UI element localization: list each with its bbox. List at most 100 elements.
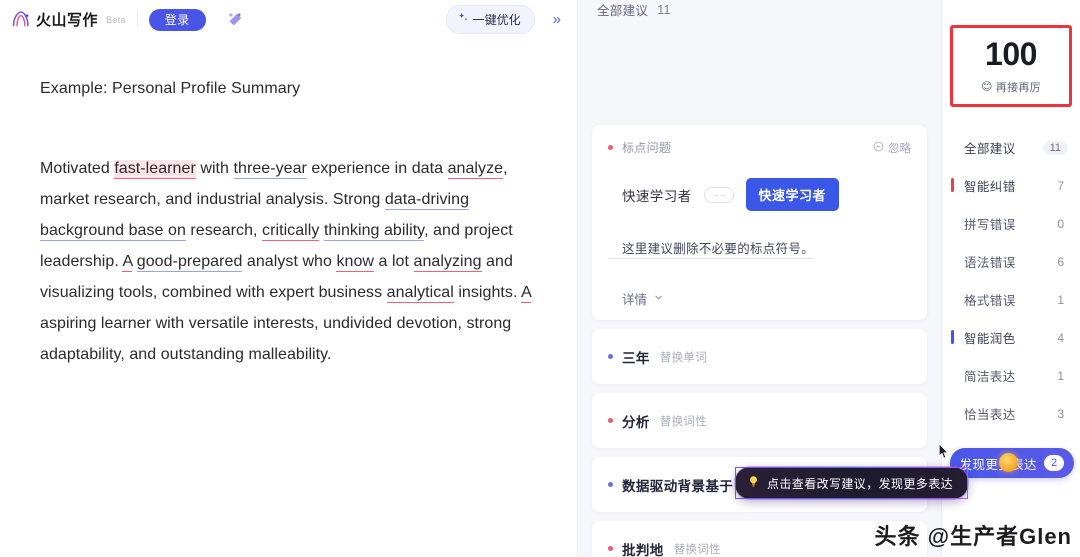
category-item-2[interactable]: 拼写错误 0 <box>942 210 1080 237</box>
category-count: 1 <box>1057 292 1064 307</box>
category-item-6[interactable]: 简洁表达 1 <box>942 362 1080 389</box>
category-label: 语法错误 <box>964 256 1016 270</box>
toolbar-divider <box>136 12 138 27</box>
marked-text-segment[interactable]: A <box>521 284 531 303</box>
score-card: 100 😊 再接再厉 <box>950 25 1072 107</box>
rewrite-hint-tooltip: 点击查看改写建议，发现更多表达 <box>735 467 969 499</box>
marked-text-segment[interactable]: thinking ability <box>323 222 425 241</box>
suggestion-row-word: 三年 <box>622 350 650 366</box>
suggestion-row-word: 数据驱动背景基于 <box>622 478 734 494</box>
suggestion-row-tag: 替换单词 <box>659 351 708 364</box>
one-click-optimize-label: 一键优化 <box>472 13 521 27</box>
volcano-logo-icon <box>10 9 31 30</box>
category-count: 6 <box>1057 254 1064 269</box>
category-label: 简洁表达 <box>964 370 1016 384</box>
severity-dot <box>608 482 613 487</box>
marked-text-segment[interactable]: A <box>122 253 133 272</box>
marked-text-segment[interactable]: analyzing <box>413 253 482 272</box>
suggestions-header-label: 全部建议 <box>597 4 649 18</box>
detail-label: 详情 <box>622 293 648 307</box>
login-button[interactable]: 登录 <box>148 8 206 31</box>
severity-dot <box>608 145 613 150</box>
suggestion-row-word: 分析 <box>622 414 650 430</box>
suggestion-row-tag: 替换词性 <box>659 415 708 428</box>
category-list: 全部建议 11 智能纠错 7 拼写错误 0 语法错误 6 格式错误 1 智能润色 4 简洁表达 1 恰当表达… <box>942 134 1080 438</box>
suggestion-row-tag: 替换词性 <box>673 543 721 556</box>
apply-replacement-chip[interactable]: 快速学习者 <box>745 178 840 211</box>
document-title: Example: Personal Profile Summary <box>40 80 301 97</box>
marked-text-segment[interactable]: good-prepared <box>136 253 243 272</box>
severity-dot <box>608 546 613 551</box>
smiley-icon: 😊 <box>981 81 993 93</box>
category-item-7[interactable]: 恰当表达 3 <box>942 400 1080 427</box>
suggestions-list: 标点问题 忽略 快速学习者 →→ 快速学习者 这里建议删除不必要的标点符号。 详… <box>578 19 969 557</box>
editor-pane: 火山写作 Beta 登录 一键优化 » Example: Personal Pr… <box>0 0 577 557</box>
suggestion-row[interactable]: 三年 替换单词 <box>592 329 927 384</box>
category-label: 全部建议 <box>964 142 1016 156</box>
app-root: 火山写作 Beta 登录 一键优化 » Example: Personal Pr… <box>0 0 1080 557</box>
marked-text-segment[interactable]: three-year <box>233 160 307 179</box>
category-count: 3 <box>1057 406 1064 421</box>
toolbar-right-group: 一键优化 » <box>445 5 565 34</box>
suggestions-pane: 全部建议 11 标点问题 忽略 快速学习者 →→ 快速学习者 这里建议删除不必要… <box>577 0 969 557</box>
category-label: 智能润色 <box>964 332 1016 346</box>
brand: 火山写作 Beta <box>10 9 126 30</box>
category-item-1[interactable]: 智能纠错 7 <box>942 172 1080 199</box>
score-caption-row: 😊 再接再厉 <box>981 79 1041 95</box>
text-segment: a lot <box>374 253 414 270</box>
category-count: 11 <box>1042 140 1068 155</box>
marked-text-segment[interactable]: know <box>336 253 375 272</box>
text-segment: analyst who <box>242 253 337 270</box>
severity-dot <box>608 354 613 359</box>
suggestion-card-header: 标点问题 忽略 <box>608 139 911 156</box>
marked-text-segment[interactable]: analytical <box>386 284 454 303</box>
text-segment: with <box>195 160 234 177</box>
rewrite-hint-text: 点击查看改写建议，发现更多表达 <box>767 476 954 491</box>
category-accent-bar <box>951 178 954 192</box>
discover-more-label: 发现更多表达 <box>959 457 1037 472</box>
document-editor[interactable]: Example: Personal Profile Summary Motiva… <box>0 39 577 557</box>
category-item-5[interactable]: 智能润色 4 <box>942 324 1080 351</box>
suggestions-header-count: 11 <box>657 2 671 17</box>
document-body[interactable]: Motivated fast-learner with three-year e… <box>40 153 537 370</box>
brand-name: 火山写作 <box>36 12 99 29</box>
suggestion-card[interactable]: 标点问题 忽略 快速学习者 →→ 快速学习者 这里建议删除不必要的标点符号。 详… <box>592 125 927 320</box>
category-item-0[interactable]: 全部建议 11 <box>942 134 1080 161</box>
severity-dot <box>608 418 613 423</box>
marked-text-segment[interactable]: analyze <box>447 160 504 179</box>
magic-wand-icon[interactable] <box>222 7 248 33</box>
discover-more-wrap: 发现更多表达 2 <box>950 448 1074 478</box>
category-count: 1 <box>1057 368 1064 383</box>
category-label: 格式错误 <box>964 294 1016 308</box>
chevron-down-icon <box>653 292 664 306</box>
replace-arrow-icon: →→ <box>703 186 734 203</box>
marked-text-segment[interactable]: critically <box>262 222 320 241</box>
suggestion-replacement-row: 快速学习者 →→ 快速学习者 <box>608 178 911 211</box>
suggestion-description: 这里建议删除不必要的标点符号。 <box>608 238 815 259</box>
marked-text-segment[interactable]: fast-learner <box>114 160 196 179</box>
suggestions-header: 全部建议 11 <box>578 0 941 19</box>
suggestion-row[interactable]: 分析 替换词性 <box>592 393 927 448</box>
lightbulb-icon <box>747 475 760 491</box>
score-value: 100 <box>981 35 1041 75</box>
category-label: 恰当表达 <box>964 408 1016 422</box>
detail-toggle[interactable]: 详情 <box>608 289 911 308</box>
text-segment: Motivated <box>40 160 115 177</box>
category-item-4[interactable]: 格式错误 1 <box>942 286 1080 313</box>
category-count: 4 <box>1057 330 1064 345</box>
original-text: 快速学习者 <box>622 188 692 204</box>
circle-minus-icon <box>873 141 884 155</box>
chevron-double-right-icon[interactable]: » <box>549 12 565 27</box>
category-item-3[interactable]: 语法错误 6 <box>942 248 1080 275</box>
beta-tag: Beta <box>106 14 126 25</box>
text-segment: insights. <box>453 284 522 301</box>
discover-more-badge: 2 <box>1043 454 1065 472</box>
watermark: 头条 @生产者Glen <box>874 524 1072 549</box>
ignore-label: 忽略 <box>888 142 911 155</box>
ignore-button[interactable]: 忽略 <box>873 140 911 156</box>
text-segment: research, <box>185 222 263 239</box>
score-caption: 再接再厉 <box>995 81 1041 94</box>
category-label: 智能纠错 <box>964 180 1016 194</box>
one-click-optimize-button[interactable]: 一键优化 <box>445 5 535 34</box>
discover-more-button[interactable]: 发现更多表达 2 <box>950 448 1074 478</box>
